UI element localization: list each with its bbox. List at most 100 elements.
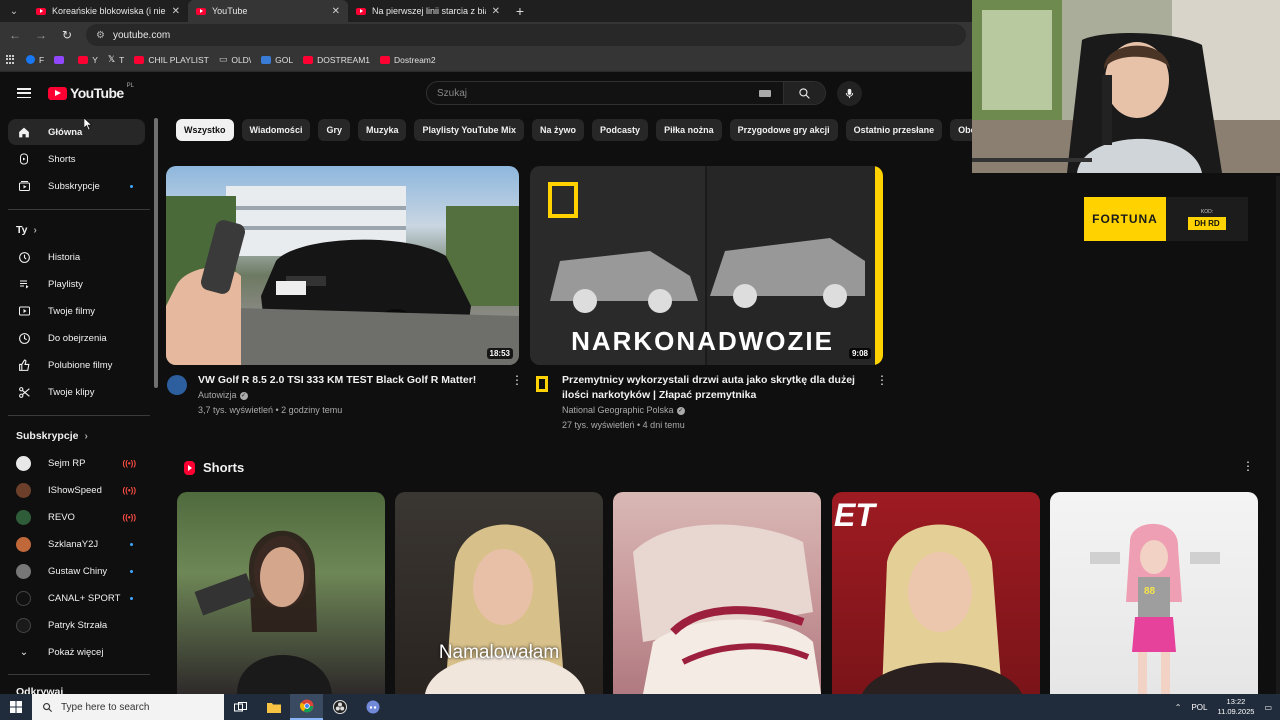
- sidebar-item-watch-later[interactable]: Do obejrzenia: [8, 325, 145, 351]
- discord-icon[interactable]: [356, 694, 389, 720]
- shorts-menu-icon[interactable]: ⋮: [1242, 460, 1254, 472]
- clock[interactable]: 13:22 11.09.2025: [1217, 697, 1254, 717]
- chip[interactable]: Playlisty YouTube Mix: [414, 119, 525, 141]
- file-explorer-icon[interactable]: [257, 694, 290, 720]
- sidebar-item-shorts[interactable]: Shorts: [8, 146, 145, 172]
- browser-tab[interactable]: Na pierwszej linii starcia z białoruskim…: [348, 0, 508, 22]
- sidebar-item-clips[interactable]: Twoje klipy: [8, 379, 145, 405]
- chip[interactable]: Podcasty: [592, 119, 649, 141]
- logo-word: YouTube: [70, 85, 124, 101]
- chip-all[interactable]: Wszystko: [176, 119, 234, 141]
- menu-icon[interactable]: [17, 88, 31, 98]
- sponsor-code-box: KOD: DH RD: [1166, 197, 1248, 241]
- chip[interactable]: Muzyka: [357, 119, 407, 141]
- language-indicator[interactable]: POL: [1191, 703, 1207, 712]
- sidebar-channel[interactable]: Gustaw Chiny: [8, 558, 145, 584]
- tab-search-chevron-icon[interactable]: ⌄: [0, 0, 28, 22]
- browser-tab-active[interactable]: YouTube ✕: [188, 0, 348, 22]
- search-input[interactable]: [427, 87, 759, 99]
- new-tab-button[interactable]: +: [508, 0, 532, 22]
- video-thumbnail[interactable]: 18:53: [166, 166, 519, 365]
- bookmark[interactable]: F: [26, 55, 44, 65]
- browser-tab[interactable]: Koreańskie blokowiska (i nie tylko) ✕: [28, 0, 188, 22]
- show-more-button[interactable]: ⌄ Pokaż więcej: [8, 639, 145, 665]
- apps-grid-icon[interactable]: [6, 54, 16, 65]
- sidebar-item-subscriptions[interactable]: Subskrypcje: [8, 173, 145, 199]
- short-thumbnail[interactable]: Namalowałam: [395, 492, 603, 694]
- voice-search-button[interactable]: [837, 81, 862, 106]
- short-thumbnail[interactable]: [177, 492, 385, 694]
- youtube-logo[interactable]: YouTube PL: [48, 83, 134, 101]
- bookmark[interactable]: Y: [78, 55, 98, 65]
- page-scrollbar[interactable]: [1276, 176, 1280, 694]
- sponsor-banner[interactable]: FORTUNA KOD: DH RD: [1084, 197, 1248, 241]
- bookmark[interactable]: 𝕏T: [108, 54, 124, 65]
- more-actions-icon[interactable]: ⋮: [876, 374, 888, 386]
- bookmark[interactable]: Dostream2: [380, 55, 436, 65]
- short-thumbnail[interactable]: [613, 492, 821, 694]
- sidebar-item-playlists[interactable]: Playlisty: [8, 271, 145, 297]
- site-info-icon[interactable]: ⚙: [96, 30, 105, 41]
- more-actions-icon[interactable]: ⋮: [511, 374, 523, 386]
- bookmark[interactable]: [54, 55, 68, 64]
- chevron-down-icon: ⌄: [19, 646, 29, 658]
- short-thumbnail[interactable]: ET: [832, 492, 1040, 694]
- back-icon[interactable]: ←: [8, 28, 22, 42]
- tray-chevron-icon[interactable]: ⌃: [1175, 703, 1182, 712]
- youtube-favicon-icon: [36, 7, 46, 15]
- start-button[interactable]: [0, 694, 32, 720]
- forward-icon[interactable]: →: [34, 28, 48, 42]
- chip[interactable]: Obejrzane: [950, 119, 972, 141]
- bookmark[interactable]: GOL: [261, 55, 293, 65]
- task-view-icon[interactable]: [224, 694, 257, 720]
- your-videos-icon: [16, 304, 32, 318]
- sidebar-channel[interactable]: CANAL+ SPORT: [8, 585, 145, 611]
- chip[interactable]: Wiadomości: [241, 119, 311, 141]
- natgeo-logo-icon[interactable]: [536, 376, 548, 392]
- tab-close-icon[interactable]: ✕: [492, 6, 500, 17]
- short-thumbnail[interactable]: 88: [1050, 492, 1258, 694]
- chip[interactable]: Przygodowe gry akcji: [729, 119, 838, 141]
- tab-close-icon[interactable]: ✕: [332, 6, 340, 17]
- keyboard-icon[interactable]: [759, 89, 771, 97]
- windows-logo-icon: [10, 701, 22, 713]
- chrome-icon[interactable]: [290, 694, 323, 720]
- sidebar-channel[interactable]: IShowSpeed ((•)): [8, 477, 145, 503]
- bookmark-label: CHIL PLAYLIST: [148, 54, 209, 65]
- video-title[interactable]: VW Golf R 8.5 2.0 TSI 333 KM TEST Black …: [198, 373, 508, 388]
- sidebar-channel[interactable]: Patryk Strzała: [8, 612, 145, 638]
- microphone-icon: [845, 88, 854, 99]
- video-thumbnail[interactable]: NARKONADWOZIE 9:08: [530, 166, 883, 365]
- sidebar-scrollbar[interactable]: [154, 118, 158, 388]
- sidebar-subscriptions-heading[interactable]: Subskrypcje ›: [16, 430, 88, 442]
- chip[interactable]: Piłka nożna: [656, 119, 722, 141]
- video-title[interactable]: Przemytnicy wykorzystali drzwi auta jako…: [562, 373, 872, 403]
- taskbar-search[interactable]: Type here to search: [32, 694, 224, 720]
- bookmark[interactable]: CHIL PLAYLIST: [134, 54, 209, 65]
- reload-icon[interactable]: ↻: [60, 28, 74, 42]
- sidebar-you-heading[interactable]: Ty ›: [16, 224, 37, 236]
- sidebar-channel[interactable]: SzklanaY2J: [8, 531, 145, 557]
- chip[interactable]: Gry: [318, 119, 350, 141]
- channel-avatar[interactable]: [167, 375, 187, 395]
- sidebar-channel[interactable]: Sejm RP ((•)): [8, 450, 145, 476]
- sidebar-item-liked[interactable]: Polubione filmy: [8, 352, 145, 378]
- video-channel[interactable]: National Geographic Polska ✓: [562, 403, 685, 418]
- sidebar-item-home[interactable]: Główna: [8, 119, 145, 145]
- tab-close-icon[interactable]: ✕: [172, 6, 180, 17]
- search-button[interactable]: [783, 82, 825, 104]
- sidebar-item-history[interactable]: Historia: [8, 244, 145, 270]
- bookmark-folder[interactable]: ▭ OLD\: [219, 54, 251, 65]
- chip[interactable]: Ostatnio przesłane: [845, 119, 943, 141]
- notification-icon[interactable]: ▭: [1264, 703, 1272, 712]
- channel-name: CANAL+ SPORT: [48, 592, 121, 604]
- sidebar-channel[interactable]: REVO ((•)): [8, 504, 145, 530]
- chip[interactable]: Na żywo: [532, 119, 585, 141]
- bookmark[interactable]: DOSTREAM1: [303, 55, 370, 65]
- sidebar-item-your-videos[interactable]: Twoje filmy: [8, 298, 145, 324]
- folder-icon: ▭: [218, 54, 228, 64]
- verified-icon: ✓: [676, 406, 685, 415]
- url-field[interactable]: ⚙ youtube.com: [86, 24, 966, 46]
- obs-icon[interactable]: [323, 694, 356, 720]
- video-channel[interactable]: Autowizja ✓: [198, 388, 248, 403]
